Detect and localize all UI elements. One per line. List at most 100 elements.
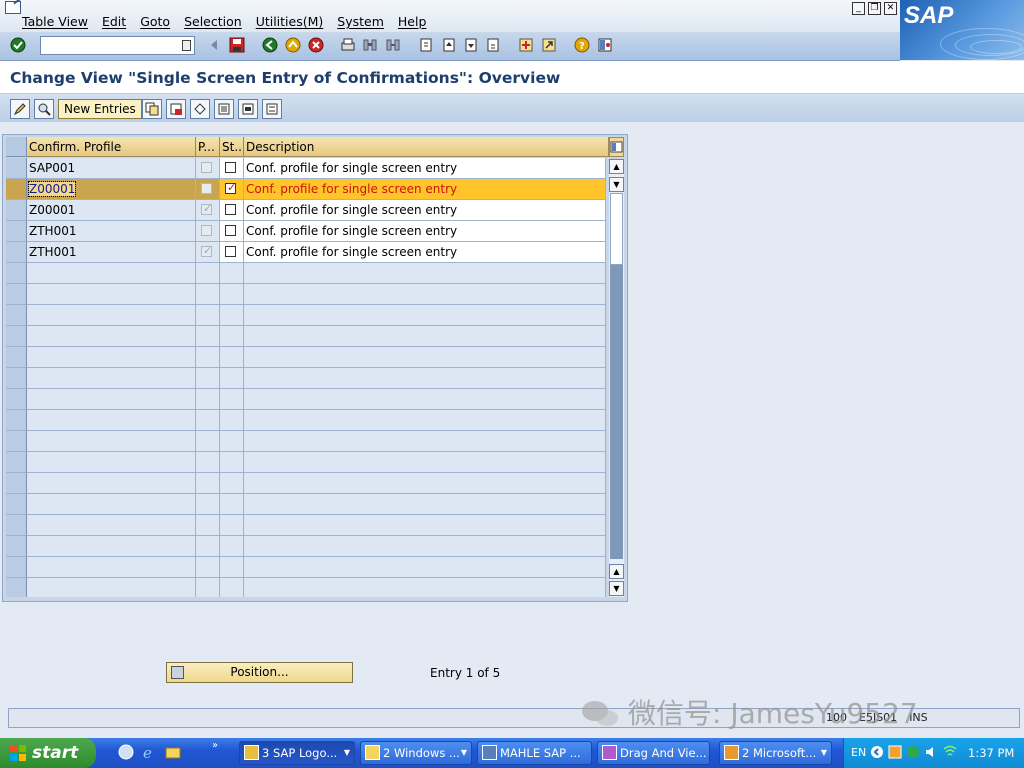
table-row[interactable] [6, 326, 606, 347]
command-history-icon[interactable] [182, 40, 191, 51]
select-block-icon[interactable] [238, 99, 258, 119]
row-select-button[interactable] [6, 347, 27, 368]
st-checkbox[interactable] [225, 246, 236, 257]
delete-icon[interactable] [166, 99, 186, 119]
scroll-thumb[interactable] [610, 193, 623, 265]
table-row[interactable] [6, 494, 606, 515]
details-icon[interactable] [34, 99, 54, 119]
internet-explorer-icon[interactable]: e [142, 744, 158, 760]
table-row[interactable]: Z00001 ✓ Conf. profile for single screen e… [6, 179, 606, 200]
table-row[interactable] [6, 431, 606, 452]
table-row[interactable] [6, 452, 606, 473]
shortcut-icon[interactable] [540, 36, 558, 54]
row-select-button[interactable] [6, 200, 27, 221]
layout-icon[interactable] [596, 36, 614, 54]
description-cell[interactable]: Conf. profile for single screen entry [244, 158, 606, 179]
first-page-icon[interactable] [417, 36, 435, 54]
st-checkbox[interactable] [225, 162, 236, 173]
column-header-description[interactable]: Description [244, 137, 609, 157]
row-select-button[interactable] [6, 242, 27, 263]
table-row[interactable]: SAP001 Conf. profile for single screen en… [6, 158, 606, 179]
description-cell[interactable]: Conf. profile for single screen entry [244, 179, 606, 200]
quicklaunch-more-icon[interactable]: » [212, 740, 218, 751]
row-select-button[interactable] [6, 431, 27, 452]
st-checkbox[interactable] [225, 225, 236, 236]
row-select-button[interactable] [6, 368, 27, 389]
row-select-button[interactable] [6, 557, 27, 578]
tray-security-icon[interactable] [906, 745, 920, 759]
command-field[interactable] [40, 36, 195, 55]
help-icon[interactable]: ? [573, 36, 591, 54]
undo-icon[interactable] [190, 99, 210, 119]
scroll-track[interactable] [610, 265, 623, 559]
taskbar-task[interactable]: 2 Microsoft... ▼ [719, 741, 832, 765]
table-row[interactable] [6, 578, 606, 597]
new-entries-button[interactable]: New Entries [58, 99, 142, 119]
profile-cell[interactable]: Z00001 [27, 200, 196, 221]
taskbar-task[interactable]: 3 SAP Logo... ▼ [239, 741, 355, 765]
exit-icon[interactable] [284, 36, 302, 54]
menu-edit[interactable]: Edit [102, 14, 126, 29]
row-select-button[interactable] [6, 473, 27, 494]
profile-cell[interactable]: ZTH001 [27, 221, 196, 242]
start-button[interactable]: start [0, 738, 96, 768]
close-icon[interactable]: ✕ [884, 2, 897, 15]
enter-icon[interactable] [9, 36, 27, 54]
table-row[interactable] [6, 347, 606, 368]
last-page-icon[interactable] [484, 36, 502, 54]
description-cell[interactable]: Conf. profile for single screen entry [244, 242, 606, 263]
language-indicator[interactable]: EN [851, 746, 866, 759]
table-row[interactable] [6, 284, 606, 305]
menu-help[interactable]: Help [398, 14, 427, 29]
row-select-button[interactable] [6, 536, 27, 557]
find-next-icon[interactable] [384, 36, 402, 54]
save-icon[interactable] [228, 36, 246, 54]
table-row[interactable] [6, 473, 606, 494]
find-icon[interactable] [361, 36, 379, 54]
row-select-button[interactable] [6, 158, 27, 179]
table-row[interactable] [6, 536, 606, 557]
description-cell[interactable]: Conf. profile for single screen entry [244, 200, 606, 221]
table-row[interactable] [6, 305, 606, 326]
menu-table-view[interactable]: Table View [22, 14, 88, 29]
select-all-icon[interactable] [214, 99, 234, 119]
tray-app-icon[interactable] [888, 745, 902, 759]
new-session-icon[interactable] [517, 36, 535, 54]
table-row[interactable]: Z00001 ✓ Conf. profile for single screen e… [6, 200, 606, 221]
row-select-button[interactable] [6, 410, 27, 431]
row-select-button[interactable] [6, 578, 27, 597]
vertical-scrollbar[interactable]: ▲ ▼ ▲ ▼ [609, 159, 624, 597]
position-button[interactable]: Position... [166, 662, 353, 683]
profile-cell[interactable]: Z00001 [27, 179, 196, 200]
menu-selection[interactable]: Selection [184, 14, 242, 29]
scroll-down-icon[interactable]: ▼ [609, 581, 624, 596]
scroll-page-down-icon[interactable]: ▼ [609, 177, 624, 192]
window-menu-icon[interactable] [5, 1, 21, 14]
show-desktop-icon[interactable] [118, 744, 134, 760]
column-header-profile[interactable]: Confirm. Profile [27, 137, 196, 157]
clock[interactable]: 1:37 PM [968, 746, 1014, 760]
table-row[interactable] [6, 515, 606, 536]
cancel-icon[interactable] [307, 36, 325, 54]
restore-icon[interactable]: ❐ [868, 2, 881, 15]
row-select-button[interactable] [6, 452, 27, 473]
deselect-all-icon[interactable] [262, 99, 282, 119]
taskbar-task[interactable]: MAHLE SAP ... [477, 741, 592, 765]
back-arrow-icon[interactable] [205, 36, 223, 54]
table-row[interactable]: ZTH001 ✓ Conf. profile for single screen e… [6, 242, 606, 263]
description-cell[interactable]: Conf. profile for single screen entry [244, 221, 606, 242]
st-checkbox[interactable] [225, 204, 236, 215]
tray-back-icon[interactable] [870, 745, 884, 759]
menu-utilities[interactable]: Utilities(M) [256, 14, 324, 29]
minimize-icon[interactable]: _ [852, 2, 865, 15]
taskbar-task[interactable]: Drag And Vie... [597, 741, 710, 765]
table-row[interactable]: ZTH001 Conf. profile for single screen en… [6, 221, 606, 242]
tray-volume-icon[interactable] [924, 745, 938, 759]
tray-network-icon[interactable] [942, 745, 958, 759]
next-page-icon[interactable] [462, 36, 480, 54]
prev-page-icon[interactable] [440, 36, 458, 54]
green-back-icon[interactable] [261, 36, 279, 54]
profile-cell[interactable]: ZTH001 [27, 242, 196, 263]
table-row[interactable] [6, 368, 606, 389]
row-select-button[interactable] [6, 305, 27, 326]
